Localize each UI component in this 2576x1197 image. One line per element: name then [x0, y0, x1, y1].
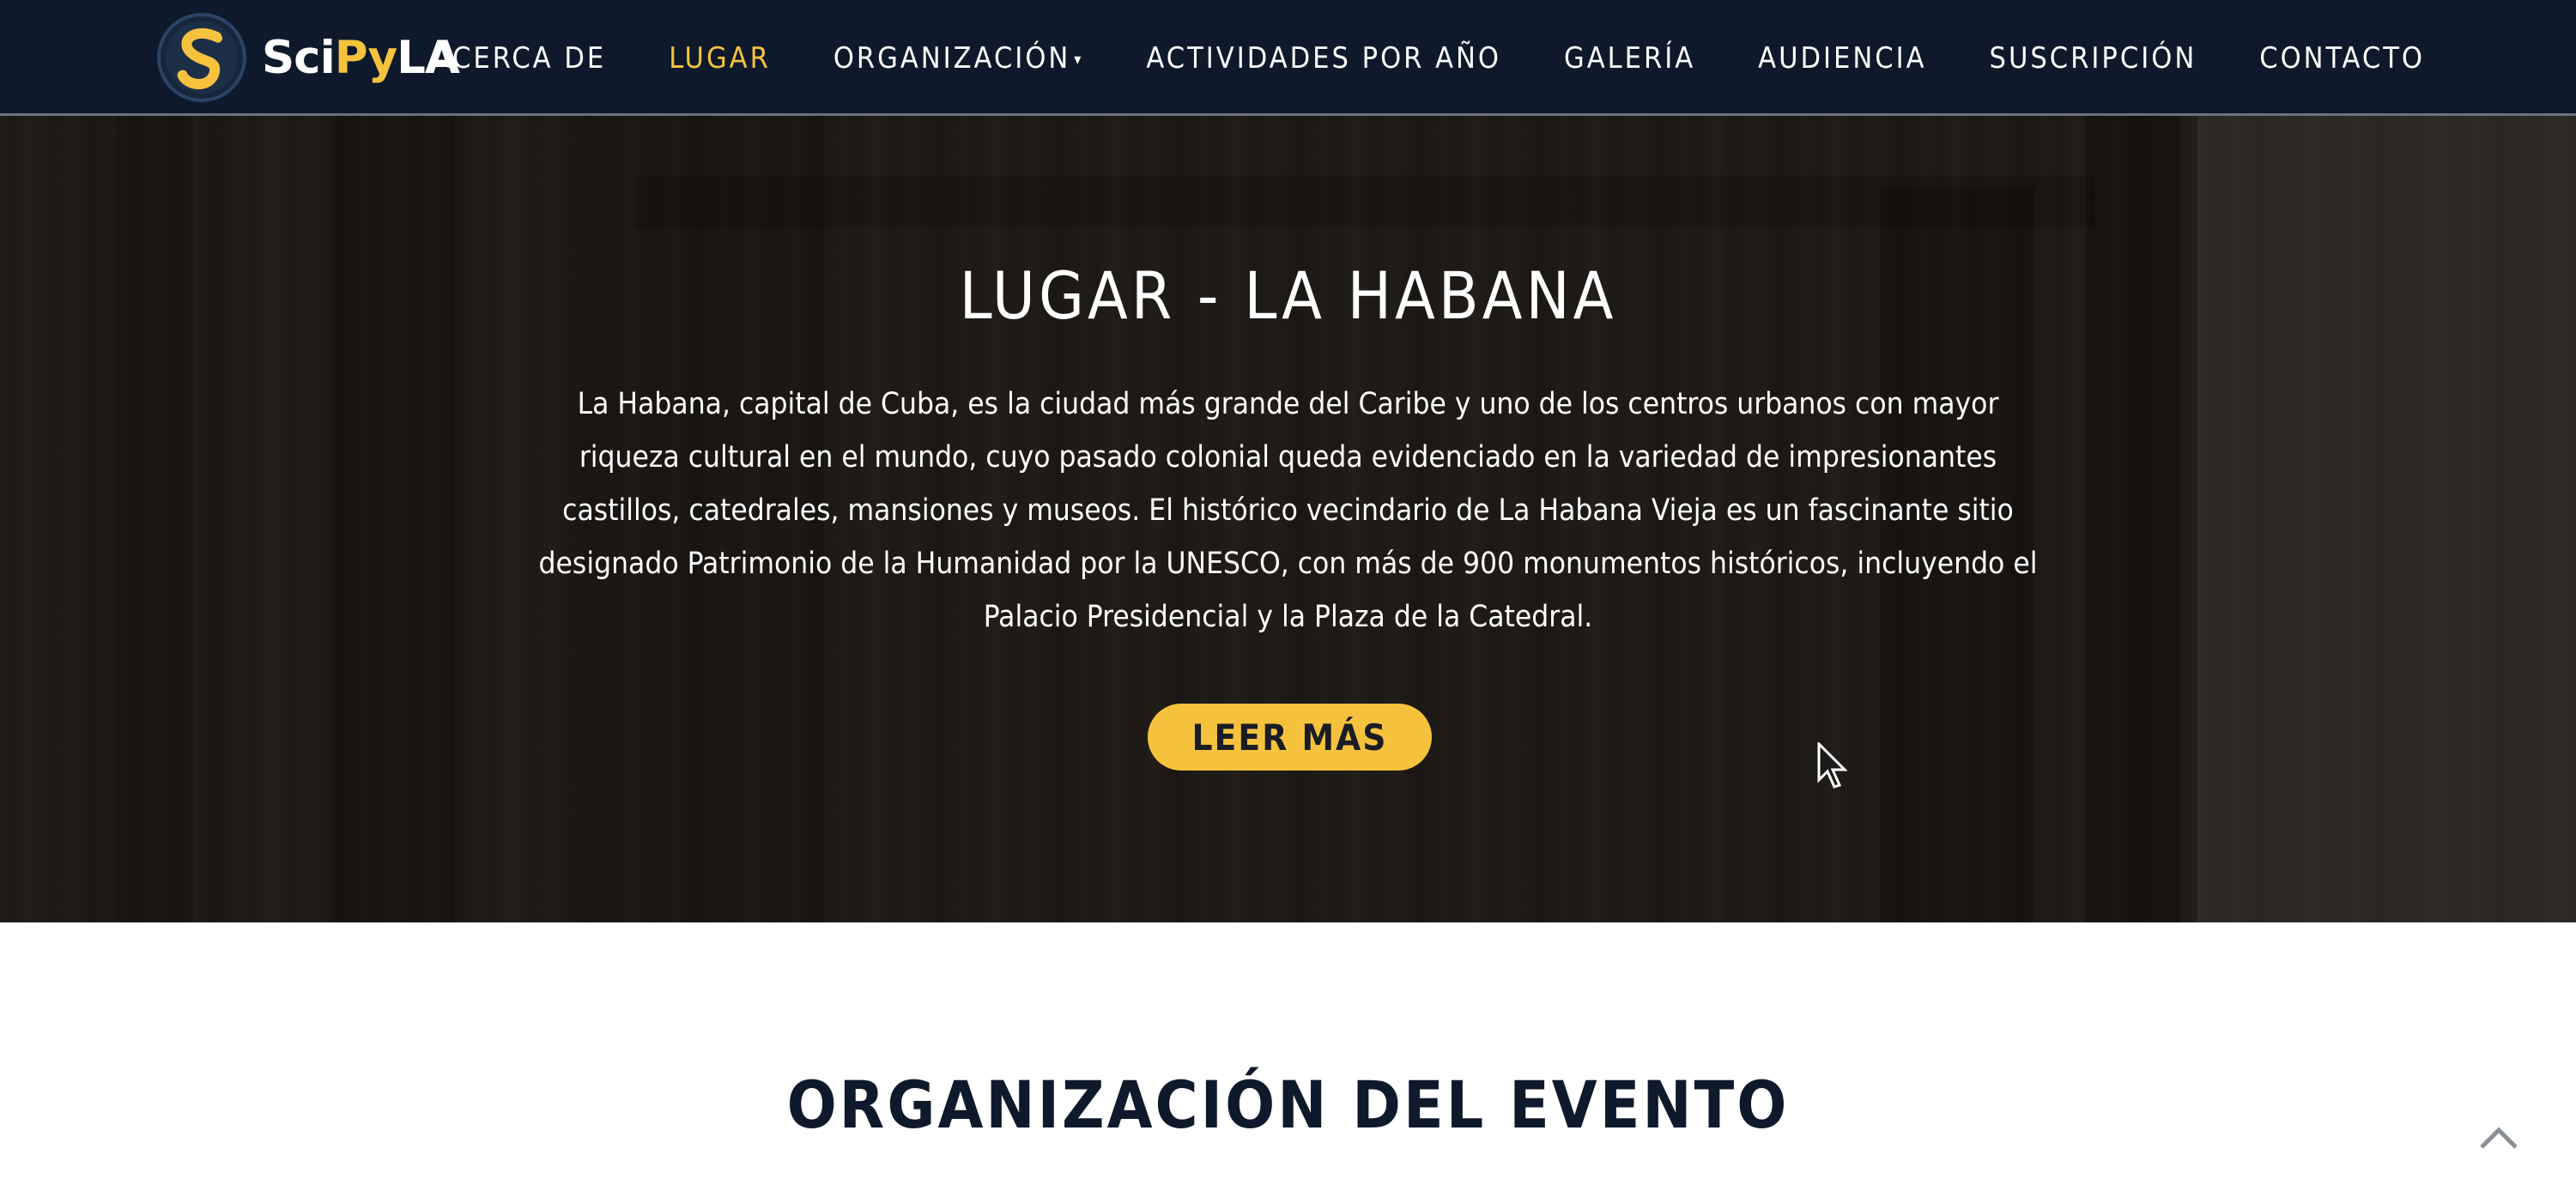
caret-down-icon: ▾: [1074, 50, 1084, 69]
main-nav: ACERCA DE LUGAR ORGANIZACIÓN ▾ ACTIVIDADE…: [433, 0, 2425, 116]
nav-item-galeria[interactable]: GALERÍA: [1564, 41, 1695, 76]
snake-logo-icon: [157, 13, 246, 102]
nav-item-audiencia[interactable]: AUDIENCIA: [1758, 41, 1926, 76]
background-plank: [335, 116, 455, 922]
scroll-to-top-button[interactable]: [2475, 1120, 2523, 1154]
background-wood-frame: [635, 176, 2094, 227]
chevron-up-icon: [2480, 1127, 2518, 1149]
background-wall: [2197, 116, 2576, 922]
nav-item-contacto[interactable]: CONTACTO: [2259, 41, 2425, 76]
nav-item-organizacion-label: ORGANIZACIÓN: [833, 40, 1071, 76]
hero-description: La Habana, capital de Cuba, es la ciudad…: [538, 387, 2038, 634]
nav-item-lugar[interactable]: LUGAR: [669, 41, 771, 76]
nav-item-organizacion[interactable]: ORGANIZACIÓN ▾: [833, 41, 1084, 76]
hero-section: LUGAR - LA HABANA La Habana, capital de …: [0, 116, 2576, 922]
top-navbar: SciPyLA ACERCA DE LUGAR ORGANIZACIÓN ▾ AC…: [0, 0, 2576, 116]
nav-item-acerca-de[interactable]: ACERCA DE: [433, 41, 606, 76]
background-plank: [116, 116, 193, 922]
background-plank: [2086, 116, 2180, 922]
scipyla-logo[interactable]: SciPyLA: [157, 12, 460, 103]
section-title: ORGANIZACIÓN DEL EVENTO: [786, 1067, 1790, 1143]
mouse-cursor-icon: [1817, 742, 1848, 789]
leer-mas-button[interactable]: LEER MÁS: [1148, 704, 1432, 771]
nav-item-actividades[interactable]: ACTIVIDADES POR AÑO: [1146, 41, 1501, 76]
nav-item-suscripcion[interactable]: SUSCRIPCIÓN: [1990, 41, 2197, 76]
hero-title: LUGAR - LA HABANA: [959, 257, 1617, 334]
logo-wordmark: SciPyLA: [262, 31, 460, 84]
